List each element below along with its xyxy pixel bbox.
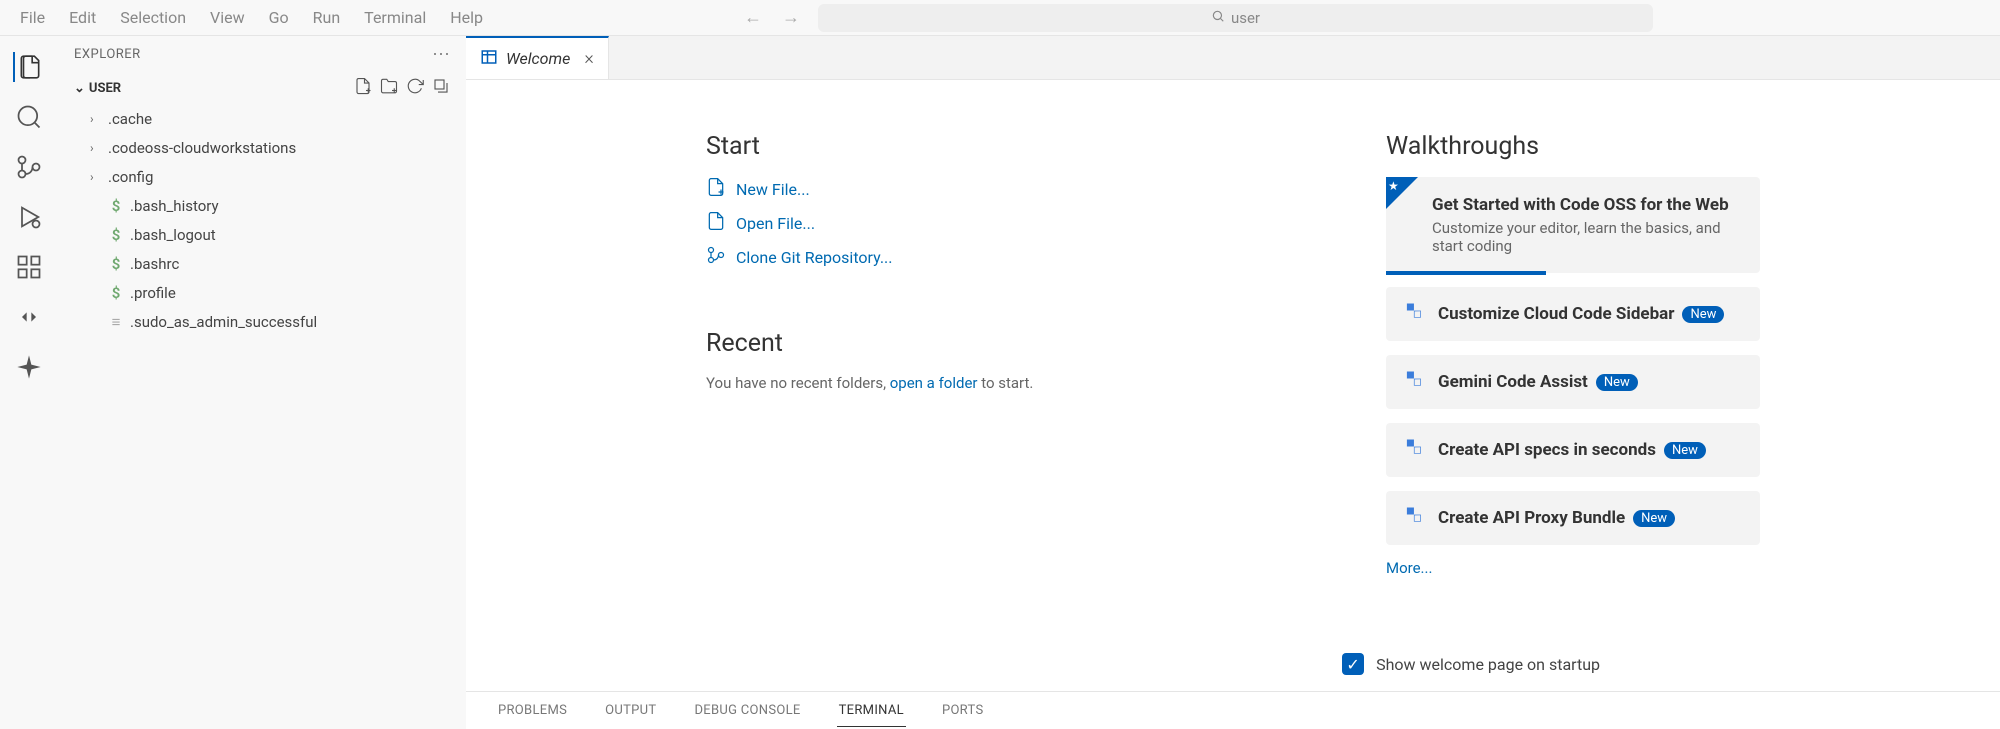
tree-item[interactable]: $.profile — [80, 278, 466, 307]
new-badge: New — [1596, 374, 1638, 391]
start-item[interactable]: New File... — [706, 177, 1226, 201]
file-icon: ≡ — [108, 313, 124, 331]
panel-tab-debug-console[interactable]: DEBUG CONSOLE — [692, 695, 802, 726]
menu-run[interactable]: Run — [301, 4, 353, 31]
recent-heading: Recent — [706, 329, 1226, 358]
panel-tab-output[interactable]: OUTPUT — [603, 695, 658, 726]
cloud-code-activity-icon[interactable] — [14, 302, 44, 332]
menu-edit[interactable]: Edit — [57, 4, 108, 31]
chevron-right-icon: › — [90, 112, 102, 126]
refresh-icon[interactable] — [406, 77, 424, 99]
sidebar-more-icon[interactable]: ⋯ — [432, 44, 450, 65]
new-file-icon[interactable] — [354, 77, 372, 99]
menu-file[interactable]: File — [8, 4, 57, 31]
new-badge: New — [1664, 442, 1706, 459]
file-icon: $ — [108, 197, 124, 215]
checkbox-checked-icon[interactable]: ✓ — [1342, 653, 1364, 675]
welcome-tab-icon — [480, 48, 498, 70]
menu-selection[interactable]: Selection — [108, 4, 198, 31]
run-debug-activity-icon[interactable] — [14, 202, 44, 232]
start-item[interactable]: Open File... — [706, 211, 1226, 235]
panel-tabs: PROBLEMS OUTPUT DEBUG CONSOLE TERMINAL PORTS — [466, 691, 2000, 729]
walkthrough-item[interactable]: ◆◇Create API specs in secondsNew — [1386, 423, 1760, 477]
tree-item[interactable]: ›.cache — [80, 104, 466, 133]
tree-item[interactable]: ≡.sudo_as_admin_successful — [80, 307, 466, 336]
tree-item[interactable]: $.bash_logout — [80, 220, 466, 249]
ai-activity-icon[interactable] — [14, 352, 44, 382]
tab-label: Welcome — [506, 49, 570, 68]
chevron-down-icon: ⌄ — [74, 81, 85, 96]
star-icon: ★ — [1388, 179, 1399, 193]
new-badge: New — [1682, 306, 1724, 323]
search-icon — [1211, 9, 1225, 27]
walkthrough-title: Get Started with Code OSS for the Web — [1432, 195, 1729, 215]
file-icon: $ — [108, 255, 124, 273]
extensions-activity-icon[interactable] — [14, 252, 44, 282]
new-folder-icon[interactable] — [380, 77, 398, 99]
recent-text: You have no recent folders, open a folde… — [706, 374, 1226, 392]
start-item-icon — [706, 245, 726, 269]
walkthrough-icon: ◆◇ — [1404, 303, 1426, 325]
walkthroughs-heading: Walkthroughs — [1386, 132, 1760, 161]
file-icon: $ — [108, 226, 124, 244]
tree-item[interactable]: ›.config — [80, 162, 466, 191]
start-item-icon — [706, 177, 726, 201]
nav-back-icon[interactable]: ← — [744, 7, 762, 28]
nav-forward-icon[interactable]: → — [782, 7, 800, 28]
walkthrough-item[interactable]: ◆◇Create API Proxy BundleNew — [1386, 491, 1760, 545]
walkthrough-icon: ◆◇ — [1404, 371, 1426, 393]
panel-tab-ports[interactable]: PORTS — [940, 695, 986, 726]
tree-item[interactable]: $.bash_history — [80, 191, 466, 220]
start-item[interactable]: Clone Git Repository... — [706, 245, 1226, 269]
folder-root-name: USER — [89, 81, 121, 96]
menu-go[interactable]: Go — [257, 4, 301, 31]
command-center-search[interactable]: user — [818, 4, 1653, 32]
search-value: user — [1231, 9, 1260, 27]
tab-bar: Welcome × — [466, 36, 2000, 80]
walkthrough-icon: ◆◇ — [1404, 439, 1426, 461]
folder-header[interactable]: ⌄ USER — [58, 72, 466, 104]
close-icon[interactable]: × — [584, 48, 593, 69]
chevron-right-icon: › — [90, 170, 102, 184]
startup-checkbox-label: Show welcome page on startup — [1376, 655, 1600, 674]
explorer-activity-icon[interactable] — [13, 52, 43, 82]
collapse-icon[interactable] — [432, 77, 450, 99]
new-badge: New — [1633, 510, 1675, 527]
walkthrough-featured[interactable]: ★ Get Started with Code OSS for the Web … — [1386, 177, 1760, 273]
menu-view[interactable]: View — [198, 4, 257, 31]
editor-area: Welcome × Start New File... Open File... C… — [466, 36, 2000, 729]
panel-tab-problems[interactable]: PROBLEMS — [496, 695, 569, 726]
startup-checkbox-row[interactable]: ✓ Show welcome page on startup — [1342, 653, 1600, 675]
start-item-icon — [706, 211, 726, 235]
tree-item[interactable]: ›.codeoss-cloudworkstations — [80, 133, 466, 162]
walkthrough-icon: ◆◇ — [1404, 507, 1426, 529]
panel-tab-terminal[interactable]: TERMINAL — [837, 695, 906, 727]
menu-bar: FileEditSelectionViewGoRunTerminalHelp ←… — [0, 0, 2000, 36]
walkthrough-item[interactable]: ◆◇Gemini Code AssistNew — [1386, 355, 1760, 409]
search-activity-icon[interactable] — [14, 102, 44, 132]
start-heading: Start — [706, 132, 1226, 161]
explorer-sidebar: EXPLORER ⋯ ⌄ USER ›.cache›.codeoss-cloud… — [58, 36, 466, 729]
activity-bar — [0, 36, 58, 729]
file-icon: $ — [108, 284, 124, 302]
tree-item[interactable]: $.bashrc — [80, 249, 466, 278]
walkthroughs-more-link[interactable]: More... — [1386, 559, 1432, 577]
chevron-right-icon: › — [90, 141, 102, 155]
tab-welcome[interactable]: Welcome × — [466, 36, 609, 79]
sidebar-title: EXPLORER — [74, 47, 141, 62]
menu-help[interactable]: Help — [438, 4, 495, 31]
menu-terminal[interactable]: Terminal — [352, 4, 438, 31]
walkthrough-item[interactable]: ◆◇Customize Cloud Code SidebarNew — [1386, 287, 1760, 341]
open-folder-link[interactable]: open a folder — [890, 374, 978, 392]
walkthrough-desc: Customize your editor, learn the basics,… — [1432, 219, 1738, 255]
source-control-activity-icon[interactable] — [14, 152, 44, 182]
